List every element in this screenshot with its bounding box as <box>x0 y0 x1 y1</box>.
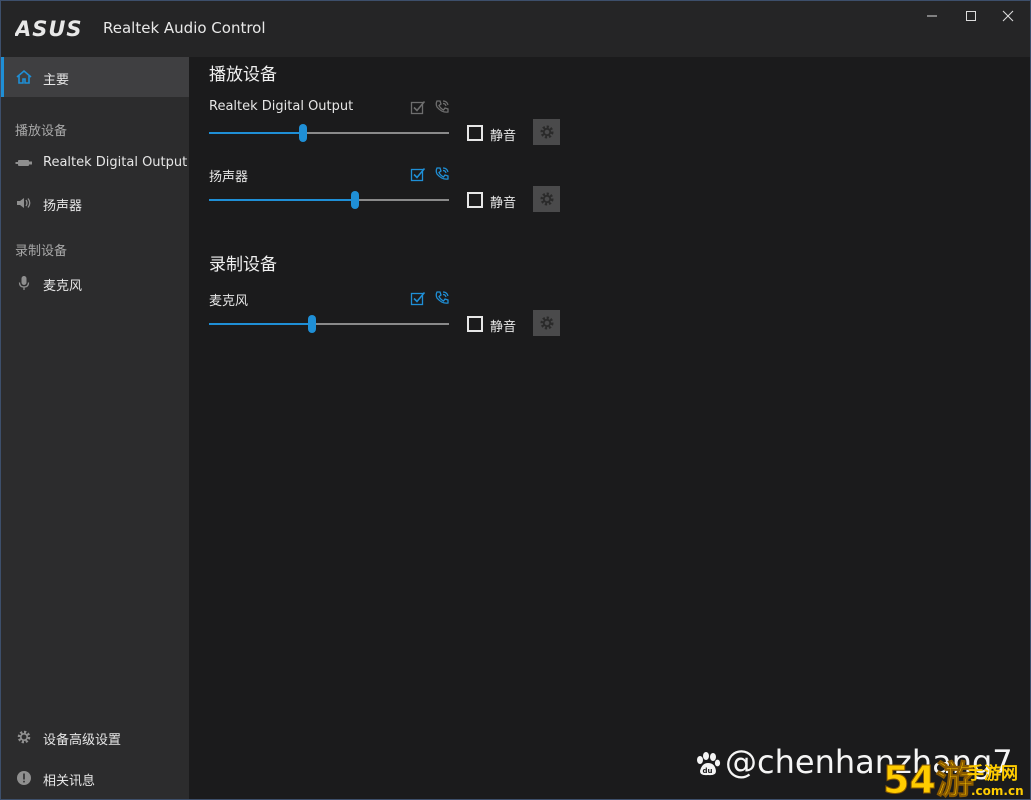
device-status-icons <box>410 290 450 308</box>
device-row: Realtek Digital Output 静音 <box>209 99 569 169</box>
slider-fill <box>209 323 312 325</box>
close-icon <box>1002 10 1014 22</box>
sidebar-item-label: 扬声器 <box>43 199 83 214</box>
device-status-icons <box>410 99 450 117</box>
device-name: 麦克风 <box>209 294 249 309</box>
home-icon <box>16 69 32 84</box>
mute-checkbox[interactable]: 静音 <box>467 124 527 144</box>
communication-device-icon[interactable] <box>434 290 450 306</box>
svg-text:ASUS: ASUS <box>15 18 83 40</box>
playback-section-title: 播放设备 <box>209 65 277 85</box>
sidebar-item-info[interactable]: 相关讯息 <box>1 758 189 798</box>
default-device-icon[interactable] <box>410 290 426 306</box>
svg-text:手游网: 手游网 <box>967 763 1018 784</box>
info-icon <box>17 771 31 785</box>
slider-thumb[interactable] <box>308 315 316 333</box>
mute-label: 静音 <box>490 129 517 144</box>
sidebar-item-label: 麦克风 <box>43 279 83 294</box>
sidebar-item-digital-output[interactable]: Realtek Digital Output <box>1 143 189 183</box>
slider-fill <box>209 132 303 134</box>
sidebar-section-recording: 录制设备 <box>15 244 68 259</box>
slider-thumb[interactable] <box>299 124 307 142</box>
device-row: 扬声器 静音 <box>209 166 569 236</box>
sidebar-item-label: 相关讯息 <box>43 774 96 789</box>
volume-slider[interactable] <box>209 191 449 209</box>
minimize-icon <box>927 15 937 17</box>
minimize-button[interactable] <box>910 1 954 31</box>
volume-slider[interactable] <box>209 124 449 142</box>
sidebar-item-advanced-settings[interactable]: 设备高级设置 <box>1 717 189 757</box>
sidebar: 主要 播放设备 Realtek Digital Output 扬声器 录制设备 … <box>1 57 189 799</box>
sidebar-section-playback: 播放设备 <box>15 124 68 139</box>
default-device-icon[interactable] <box>410 166 426 182</box>
device-settings-button[interactable] <box>533 186 560 212</box>
microphone-icon <box>18 276 30 290</box>
communication-device-icon[interactable] <box>434 166 450 182</box>
volume-slider[interactable] <box>209 315 449 333</box>
svg-text:du: du <box>703 767 713 775</box>
checkbox-box[interactable] <box>467 192 483 208</box>
sidebar-item-label: 主要 <box>43 73 70 88</box>
checkbox-box[interactable] <box>467 125 483 141</box>
speaker-icon <box>17 198 31 208</box>
paw-icon: du <box>697 752 721 776</box>
gear-icon <box>540 192 553 206</box>
title-bar: ASUS Realtek Audio Control <box>1 1 1030 57</box>
sidebar-item-label: Realtek Digital Output <box>43 155 188 170</box>
sidebar-item-speaker[interactable]: 扬声器 <box>1 183 189 223</box>
main-panel: 播放设备 Realtek Digital Output 静音 扬声器 静音 录制… <box>189 57 1030 799</box>
device-settings-button[interactable] <box>533 119 560 145</box>
default-device-icon[interactable] <box>410 99 426 115</box>
communication-device-icon[interactable] <box>434 99 450 115</box>
device-status-icons <box>410 166 450 184</box>
mute-label: 静音 <box>490 320 517 335</box>
close-button[interactable] <box>986 1 1030 31</box>
mute-checkbox[interactable]: 静音 <box>467 315 527 335</box>
slider-thumb[interactable] <box>351 191 359 209</box>
asus-logo: ASUS <box>15 18 83 40</box>
gear-icon <box>540 316 553 330</box>
slider-fill <box>209 199 355 201</box>
gear-icon <box>540 125 553 139</box>
device-settings-button[interactable] <box>533 310 560 336</box>
app-window: ASUS Realtek Audio Control 主要 播放设备 Realt… <box>0 0 1031 800</box>
mute-label: 静音 <box>490 196 517 211</box>
digital-output-icon <box>15 160 32 166</box>
device-name: Realtek Digital Output <box>209 99 354 114</box>
sidebar-item-home[interactable]: 主要 <box>1 57 189 97</box>
checkbox-box[interactable] <box>467 316 483 332</box>
gear-icon <box>17 730 31 744</box>
recording-section-title: 录制设备 <box>209 255 277 275</box>
maximize-icon <box>966 11 976 21</box>
mute-checkbox[interactable]: 静音 <box>467 191 527 211</box>
sidebar-item-label: 设备高级设置 <box>43 733 122 748</box>
svg-text:.com.cn: .com.cn <box>971 784 1024 798</box>
device-name: 扬声器 <box>209 170 249 185</box>
sidebar-item-microphone[interactable]: 麦克风 <box>1 263 189 303</box>
device-row: 麦克风 静音 <box>209 290 569 360</box>
site-watermark-logo: 54游 手游网 .com.cn <box>883 758 1024 800</box>
svg-text:54游: 54游 <box>883 758 974 799</box>
window-title: Realtek Audio Control <box>103 19 266 37</box>
